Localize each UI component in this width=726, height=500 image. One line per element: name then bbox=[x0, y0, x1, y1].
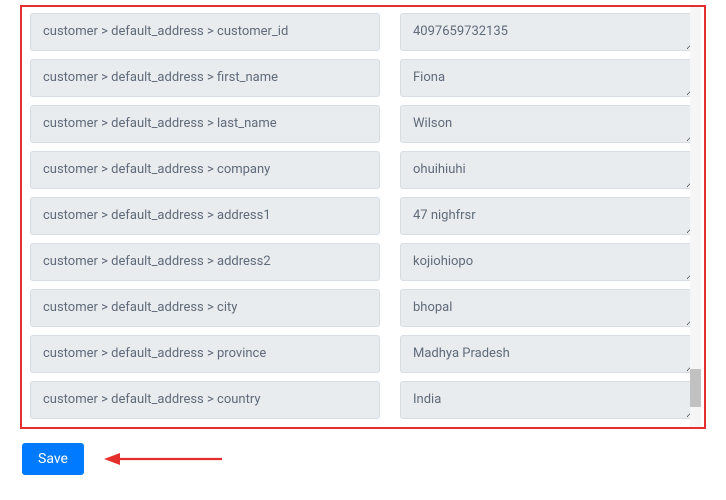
field-row: customer > default_address > last_name bbox=[30, 105, 696, 143]
field-path-label: customer > default_address > province bbox=[30, 335, 380, 373]
field-row: customer > default_address > address2 bbox=[30, 243, 696, 281]
annotation-arrow-icon bbox=[104, 450, 224, 468]
fields-panel: customer > default_address > customer_id… bbox=[20, 5, 706, 429]
field-row: customer > default_address > company bbox=[30, 151, 696, 189]
field-row: customer > default_address > address1 bbox=[30, 197, 696, 235]
scrollbar-thumb[interactable] bbox=[690, 369, 701, 407]
field-path-label: customer > default_address > city bbox=[30, 289, 380, 327]
field-value-input[interactable] bbox=[400, 289, 696, 327]
field-path-label: customer > default_address > address1 bbox=[30, 197, 380, 235]
field-value-input[interactable] bbox=[400, 381, 696, 419]
field-path-label: customer > default_address > country bbox=[30, 381, 380, 419]
field-value-input[interactable] bbox=[400, 151, 696, 189]
field-value-input[interactable] bbox=[400, 335, 696, 373]
field-value-input[interactable] bbox=[400, 105, 696, 143]
field-value-input[interactable] bbox=[400, 243, 696, 281]
field-row: customer > default_address > customer_id bbox=[30, 13, 696, 51]
field-path-label: customer > default_address > address2 bbox=[30, 243, 380, 281]
field-path-label: customer > default_address > last_name bbox=[30, 105, 380, 143]
field-row: customer > default_address > city bbox=[30, 289, 696, 327]
field-row: customer > default_address > province bbox=[30, 335, 696, 373]
field-value-input[interactable] bbox=[400, 13, 696, 51]
field-value-input[interactable] bbox=[400, 59, 696, 97]
field-path-label: customer > default_address > company bbox=[30, 151, 380, 189]
scrollbar-track[interactable] bbox=[690, 7, 701, 427]
field-row: customer > default_address > first_name bbox=[30, 59, 696, 97]
field-path-label: customer > default_address > customer_id bbox=[30, 13, 380, 51]
save-button[interactable]: Save bbox=[22, 443, 84, 475]
field-value-input[interactable] bbox=[400, 197, 696, 235]
field-path-label: customer > default_address > first_name bbox=[30, 59, 380, 97]
field-row: customer > default_address > country bbox=[30, 381, 696, 419]
